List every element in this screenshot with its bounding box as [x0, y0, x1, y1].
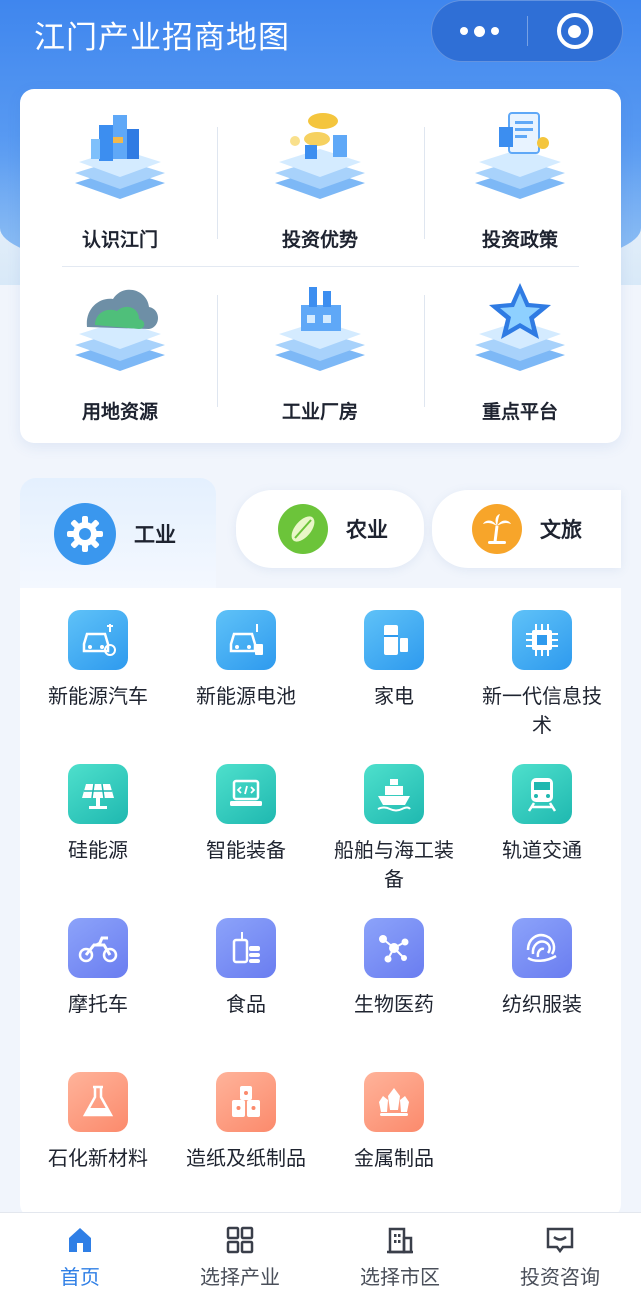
category-tabs: 工业 农业 文旅: [20, 478, 621, 590]
industry-item[interactable]: 摩托车: [24, 918, 172, 1019]
divider: [217, 127, 218, 239]
fridge-icon: [364, 610, 424, 670]
tab-label: 工业: [134, 523, 176, 547]
quick-link-investment-policy[interactable]: 投资政策: [420, 103, 620, 253]
industry-item[interactable]: 食品: [172, 918, 320, 1019]
page-title: 江门产业招商地图: [34, 20, 290, 56]
industry-name: 新能源电池: [196, 684, 296, 708]
close-button[interactable]: [528, 0, 622, 62]
ev-battery-car-icon: [216, 610, 276, 670]
quick-link-label: 用地资源: [81, 401, 158, 423]
ship-icon: [364, 764, 424, 824]
quick-link-label: 投资优势: [281, 229, 358, 251]
industry-name: 新能源汽车: [48, 684, 148, 708]
bottom-tab-label: 选择产业: [200, 1265, 280, 1289]
industry-name: 新一代信息技术: [482, 684, 602, 737]
bottom-tab-label: 投资咨询: [520, 1265, 600, 1289]
food-drink-icon: [216, 918, 276, 978]
quick-link-label: 投资政策: [481, 229, 558, 251]
divider: [424, 295, 425, 407]
more-button[interactable]: [432, 0, 527, 62]
industry-item[interactable]: 纺织服装: [468, 918, 616, 1019]
industry-item[interactable]: 硅能源: [24, 764, 172, 865]
industry-panel: 新能源汽车 新能源电池 家电 新一代信息技术 硅能源 智能装备 船舶与海工装备 …: [20, 588, 621, 1218]
paper-roll-icon: [216, 1072, 276, 1132]
industry-item[interactable]: 轨道交通: [468, 764, 616, 865]
crystal-icon: [364, 1072, 424, 1132]
tab-industry[interactable]: 工业: [20, 478, 216, 590]
home-icon: [69, 1228, 91, 1252]
bottom-tab-bar: 首页 选择产业 选择市区 投资咨询: [0, 1212, 641, 1295]
quick-link-land-resources[interactable]: 用地资源: [20, 275, 220, 425]
quick-link-label: 认识江门: [81, 229, 158, 251]
chip-icon: [512, 610, 572, 670]
industry-name: 家电: [374, 684, 414, 708]
industry-item[interactable]: 石化新材料: [24, 1072, 172, 1173]
quick-link-investment-advantage[interactable]: 投资优势: [220, 103, 420, 253]
quick-link-know-jiangmen[interactable]: 认识江门: [20, 103, 220, 253]
industry-name: 智能装备: [206, 838, 286, 862]
industry-name: 金属制品: [354, 1146, 434, 1170]
chat-icon: [546, 1227, 574, 1254]
bottom-tab-label: 选择市区: [360, 1265, 440, 1289]
bottom-tab-home[interactable]: 首页: [0, 1213, 160, 1295]
industry-item[interactable]: 船舶与海工装备: [320, 764, 468, 894]
tab-culture-tourism[interactable]: 文旅: [432, 490, 621, 568]
quick-link-industrial-plant[interactable]: 工业厂房: [220, 275, 420, 425]
quick-link-label: 工业厂房: [281, 401, 358, 423]
factory-icon: [265, 279, 375, 379]
train-icon: [512, 764, 572, 824]
land-resource-icon: [65, 279, 175, 379]
industry-name: 硅能源: [68, 838, 128, 862]
tab-label: 农业: [346, 518, 388, 542]
divider: [62, 266, 579, 267]
motorcycle-icon: [68, 918, 128, 978]
mini-program-capsule: [431, 0, 623, 62]
yarn-icon: [512, 918, 572, 978]
industry-item[interactable]: 智能装备: [172, 764, 320, 865]
building-icon: [387, 1227, 413, 1254]
city-buildings-icon: [65, 107, 175, 207]
bottom-tab-select-industry[interactable]: 选择产业: [160, 1213, 320, 1295]
molecule-icon: [364, 918, 424, 978]
tab-agriculture[interactable]: 农业: [236, 490, 424, 568]
divider: [424, 127, 425, 239]
bottom-tab-label: 首页: [60, 1265, 100, 1289]
flask-icon: [68, 1072, 128, 1132]
star-platform-icon: [465, 279, 575, 379]
industry-item[interactable]: 家电: [320, 610, 468, 711]
industry-name: 纺织服装: [502, 992, 582, 1016]
divider: [217, 295, 218, 407]
coins-icon: [265, 107, 375, 207]
palm-tree-icon: [472, 504, 522, 554]
industry-item[interactable]: 新一代信息技术: [468, 610, 616, 740]
industry-name: 食品: [226, 992, 266, 1016]
industry-item[interactable]: 生物医药: [320, 918, 468, 1019]
industry-item[interactable]: 金属制品: [320, 1072, 468, 1173]
industry-item[interactable]: 新能源电池: [172, 610, 320, 711]
quick-link-key-platform[interactable]: 重点平台: [420, 275, 620, 425]
industry-name: 生物医药: [354, 992, 434, 1016]
bottom-tab-investment-consult[interactable]: 投资咨询: [480, 1213, 640, 1295]
target-close-icon: [556, 13, 593, 49]
industry-item[interactable]: 造纸及纸制品: [172, 1072, 320, 1173]
grid-icon: [226, 1226, 254, 1254]
industry-name: 摩托车: [68, 992, 128, 1016]
gear-icon: [54, 503, 116, 565]
cucumber-icon: [278, 504, 328, 554]
more-dots-icon: [460, 25, 499, 37]
industry-name: 船舶与海工装备: [334, 838, 454, 891]
tab-label: 文旅: [540, 518, 582, 542]
ev-car-icon: [68, 610, 128, 670]
industry-name: 造纸及纸制品: [186, 1146, 306, 1170]
industry-item[interactable]: 新能源汽车: [24, 610, 172, 711]
laptop-code-icon: [216, 764, 276, 824]
policy-document-icon: [465, 107, 575, 207]
bottom-tab-select-district[interactable]: 选择市区: [320, 1213, 480, 1295]
solar-panel-icon: [68, 764, 128, 824]
quick-links-card: 认识江门 投资优势 投资政策 用地资源 工业厂房 重点平台: [20, 89, 621, 443]
industry-name: 轨道交通: [502, 838, 582, 862]
industry-name: 石化新材料: [48, 1146, 148, 1170]
quick-link-label: 重点平台: [481, 401, 558, 423]
